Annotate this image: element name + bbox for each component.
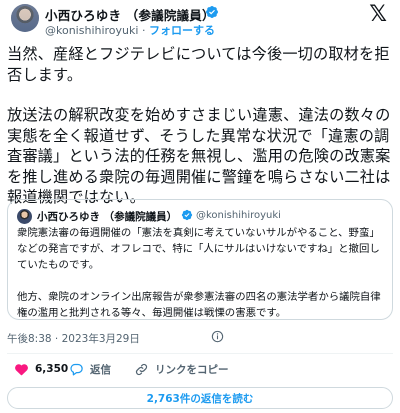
quoted-paragraph: 衆院憲法審の毎週開催の「憲法を真剣に考えていないサルがやること、野蛮」などの発言… xyxy=(17,227,380,271)
read-replies-button[interactable]: 2,763件の返信を読む xyxy=(7,387,393,409)
quoted-tweet-card[interactable]: 小西ひろゆき （参議院議員） @konishihiroyuki 衆院憲法審の毎週… xyxy=(7,199,393,320)
quoted-author-handle: @konishihiroyuki xyxy=(196,210,281,221)
copy-link-button[interactable]: リンクをコピー xyxy=(134,360,229,378)
handle-separator: · xyxy=(141,24,146,37)
quoted-paragraph: 他方、衆院のオンライン出席報告が衆参憲法審の四名の憲法学者から議院自律権の濫用と… xyxy=(17,291,381,319)
reply-button[interactable]: 返信 xyxy=(69,360,111,378)
handle-row: @konishihiroyuki · フォローする xyxy=(45,22,215,38)
reply-icon xyxy=(70,363,83,375)
tweet-paragraph: 当然、産経とフジテレビについては今後一切の取材を拒否します。 xyxy=(7,45,390,84)
tweet-timestamp[interactable]: 午後8:38 · 2023年3月29日 xyxy=(7,331,140,346)
heart-icon xyxy=(15,363,28,375)
follow-button[interactable]: フォローする xyxy=(149,24,215,37)
x-logo-icon[interactable]: 𝕏 xyxy=(369,4,387,26)
like-count: 6,350 xyxy=(35,363,69,375)
verified-badge-icon xyxy=(206,6,218,18)
author-handle[interactable]: @konishihiroyuki xyxy=(45,24,138,37)
author-avatar[interactable] xyxy=(11,4,39,32)
quoted-author-name: 小西ひろゆき （参議院議員） xyxy=(37,211,178,223)
tweet-paragraph: 放送法の解釈改変を始めすさまじい違憲、違法の数々の実態を全く報道せず、そうした異… xyxy=(7,106,391,206)
tweet-actions: 6,350 返信 リンクをコピー xyxy=(7,360,393,378)
tweet-text: 当然、産経とフジテレビについては今後一切の取材を拒否します。 放送法の解釈改変を… xyxy=(7,44,393,208)
divider xyxy=(7,353,393,354)
verified-badge-icon xyxy=(181,209,193,221)
reply-label: 返信 xyxy=(90,363,111,376)
link-icon xyxy=(135,363,148,375)
tweet-header: 小西ひろゆき （参議院議員） @konishihiroyuki · フォローする… xyxy=(0,0,400,42)
quoted-author-avatar xyxy=(17,209,32,224)
quoted-tweet-text: 衆院憲法審の毎週開催の「憲法を真剣に考えていないサルがやること、野蛮」などの発言… xyxy=(17,225,387,321)
info-icon[interactable] xyxy=(211,330,224,343)
like-button[interactable]: 6,350 xyxy=(14,360,68,378)
copy-link-label: リンクをコピー xyxy=(155,363,229,376)
